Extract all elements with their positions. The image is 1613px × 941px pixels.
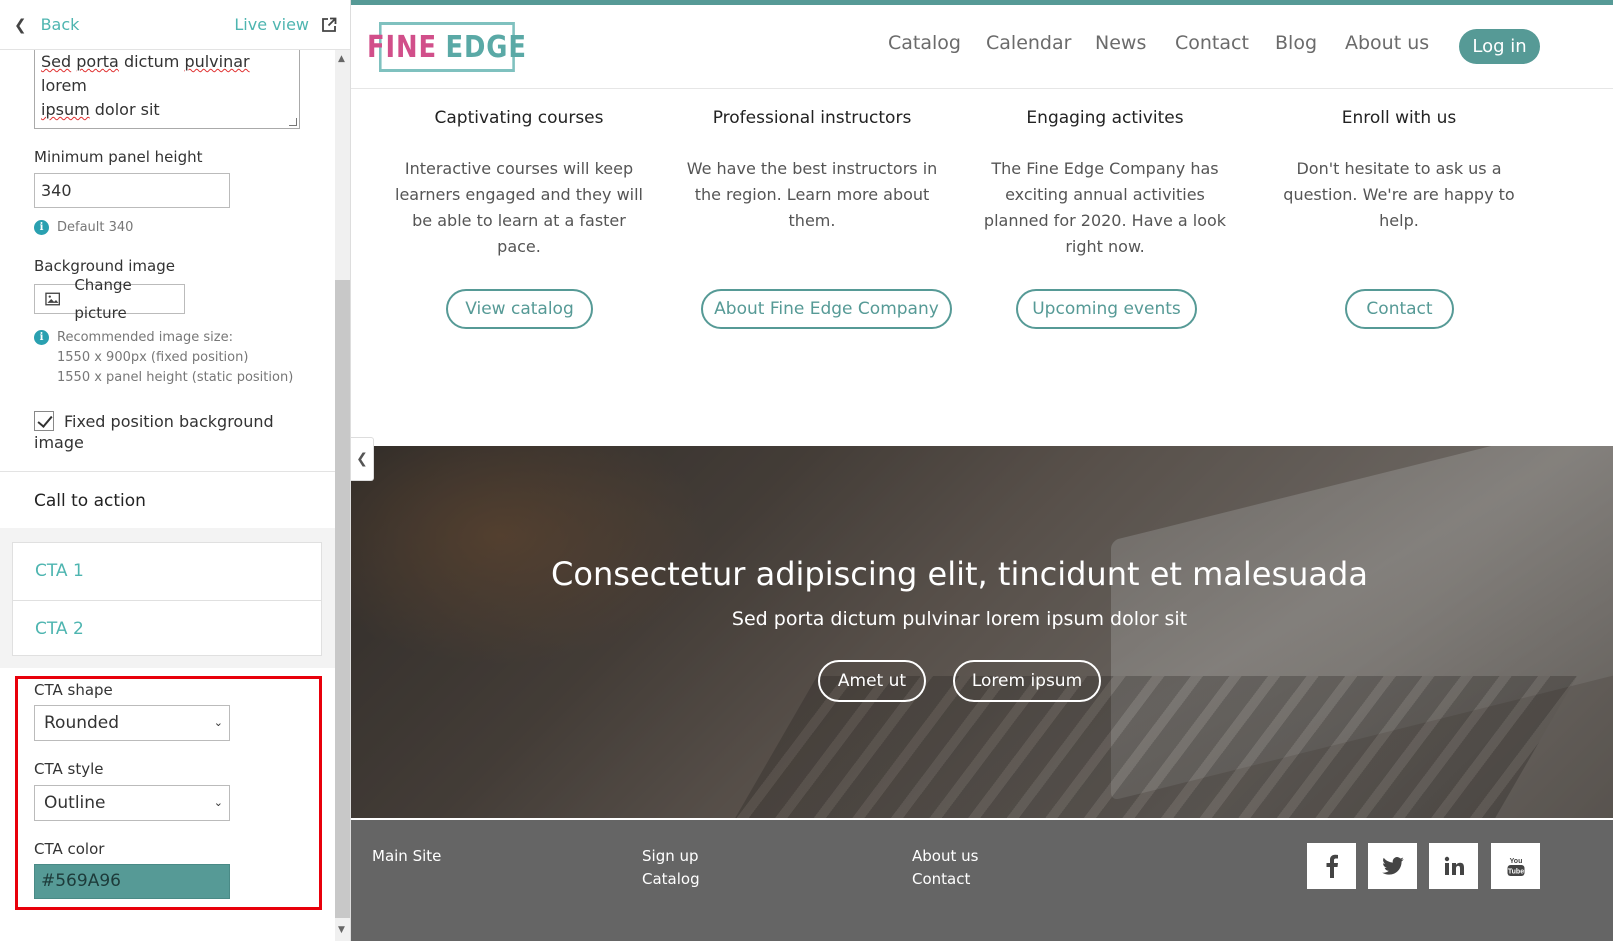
highlight-box [15, 676, 322, 910]
hint-line: 1550 x 900px (fixed position) [57, 350, 249, 365]
chevron-left-icon: ❮ [356, 451, 368, 467]
info-icon: i [34, 220, 49, 235]
nav-blog[interactable]: Blog [1275, 32, 1317, 54]
external-link-icon [322, 17, 337, 32]
hint-line: 1550 x panel height (static position) [57, 370, 294, 385]
hero-cta-2[interactable]: Lorem ipsum [953, 660, 1101, 702]
feature-column: Captivating courses Interactive courses … [389, 108, 649, 260]
twitter-icon[interactable] [1368, 843, 1417, 889]
nav-news[interactable]: News [1095, 32, 1146, 54]
min-height-input[interactable]: 340 [34, 173, 230, 208]
divider [0, 471, 335, 472]
cta-list: CTA 1 CTA 2 [12, 542, 322, 656]
hero-overlay [351, 446, 1613, 818]
feature-text: The Fine Edge Company has exciting annua… [983, 159, 1227, 256]
about-company-button[interactable]: About Fine Edge Company [701, 289, 952, 329]
panel-scrollbar[interactable]: ▲ ▼ [335, 50, 350, 941]
panel-scroll-area: Sed porta dictum pulvinar lorem ipsum do… [0, 50, 335, 941]
youtube-icon[interactable]: You Tube [1491, 843, 1540, 889]
logo-fine: FINE [367, 29, 437, 65]
collapse-panel-button[interactable]: ❮ [351, 437, 374, 481]
logo-edge: EDGE [445, 29, 527, 65]
nav-about-us[interactable]: About us [1345, 32, 1429, 54]
footer-link[interactable]: Sign up [642, 845, 699, 868]
svg-text:You: You [1509, 858, 1522, 865]
textarea-word: Sed [41, 52, 72, 71]
chevron-left-icon: ❮ [14, 15, 27, 34]
hero-banner: Consectetur adipiscing elit, tincidunt e… [351, 446, 1613, 818]
feature-title: Engaging activites [1026, 108, 1184, 128]
footer-link[interactable]: Main Site [372, 845, 441, 868]
site-logo[interactable]: FINE EDGE [367, 22, 526, 72]
min-height-hint-text: Default 340 [57, 220, 134, 235]
hero-cta-1[interactable]: Amet ut [818, 660, 926, 702]
panel-header: ❮ Back Live view [0, 0, 350, 50]
feature-title: Enroll with us [1341, 108, 1457, 128]
image-icon [45, 292, 61, 306]
settings-panel: ❮ Back Live view Sed porta dictum pulvin… [0, 0, 351, 941]
svg-text:Tube: Tube [1507, 869, 1523, 876]
scroll-down-icon[interactable]: ▼ [338, 925, 345, 935]
feature-title: Professional instructors [712, 108, 912, 128]
live-view-button[interactable]: Live view [234, 15, 337, 34]
site-header: FINE EDGE Catalog Calendar News Contact … [351, 5, 1613, 89]
hint-line: Recommended image size: [57, 330, 233, 345]
nav-calendar[interactable]: Calendar [986, 32, 1071, 54]
textarea-word: lorem [41, 76, 87, 95]
nav-contact[interactable]: Contact [1175, 32, 1249, 54]
fixed-bg-checkbox-row[interactable]: Fixed position background image [34, 411, 294, 453]
back-label: Back [40, 15, 80, 34]
footer-link[interactable]: Contact [912, 868, 970, 891]
scroll-up-icon[interactable]: ▲ [338, 54, 345, 64]
textarea-word: pulvinar [184, 52, 250, 71]
scrollbar-thumb[interactable] [335, 280, 350, 918]
min-height-hint: i Default 340 [34, 218, 133, 238]
recommended-size-hint: i Recommended image size: 1550 x 900px (… [34, 328, 293, 388]
resize-grip-icon[interactable] [289, 118, 297, 126]
feature-column: Engaging activites The Fine Edge Company… [975, 108, 1235, 260]
live-view-label: Live view [234, 15, 309, 34]
hero-subtitle: Sed porta dictum pulvinar lorem ipsum do… [731, 608, 1188, 630]
textarea-word: ipsum [41, 100, 90, 119]
change-picture-label: Change picture [74, 276, 132, 322]
min-height-label: Minimum panel height [34, 148, 203, 166]
feature-title: Captivating courses [434, 108, 604, 128]
facebook-icon[interactable] [1307, 843, 1356, 889]
site-footer: Main Site Sign up Catalog About us Conta… [351, 818, 1613, 941]
nav-catalog[interactable]: Catalog [888, 32, 961, 54]
feature-column: Professional instructors We have the bes… [682, 108, 942, 234]
site-preview: FINE EDGE Catalog Calendar News Contact … [351, 0, 1613, 941]
textarea-word: porta [76, 52, 119, 71]
footer-link[interactable]: Catalog [642, 868, 700, 891]
change-picture-button[interactable]: Change picture [34, 276, 185, 322]
hero-title: Consectetur adipiscing elit, tincidunt e… [551, 555, 1368, 593]
feature-text: We have the best instructors in the regi… [686, 159, 938, 230]
textarea-word: dictum [118, 52, 185, 71]
cta-section-title: Call to action [34, 491, 146, 511]
subtitle-textarea[interactable]: Sed porta dictum pulvinar lorem ipsum do… [34, 50, 300, 129]
login-button[interactable]: Log in [1459, 29, 1540, 64]
textarea-word: dolor sit [89, 100, 160, 119]
info-icon: i [34, 330, 49, 345]
contact-button[interactable]: Contact [1345, 289, 1454, 329]
fixed-bg-checkbox[interactable] [34, 411, 54, 431]
footer-link[interactable]: About us [912, 845, 978, 868]
linkedin-icon[interactable] [1429, 843, 1478, 889]
feature-column: Enroll with us Don't hesitate to ask us … [1269, 108, 1529, 234]
cta-item-1[interactable]: CTA 1 [13, 543, 321, 600]
cta-item-2[interactable]: CTA 2 [13, 600, 321, 657]
view-catalog-button[interactable]: View catalog [446, 289, 593, 329]
feature-text: Don't hesitate to ask us a question. We'… [1283, 159, 1515, 230]
fixed-bg-label: Fixed position background image [34, 412, 274, 452]
feature-text: Interactive courses will keep learners e… [395, 159, 643, 256]
upcoming-events-button[interactable]: Upcoming events [1016, 289, 1197, 329]
back-button[interactable]: ❮ Back [14, 15, 79, 34]
